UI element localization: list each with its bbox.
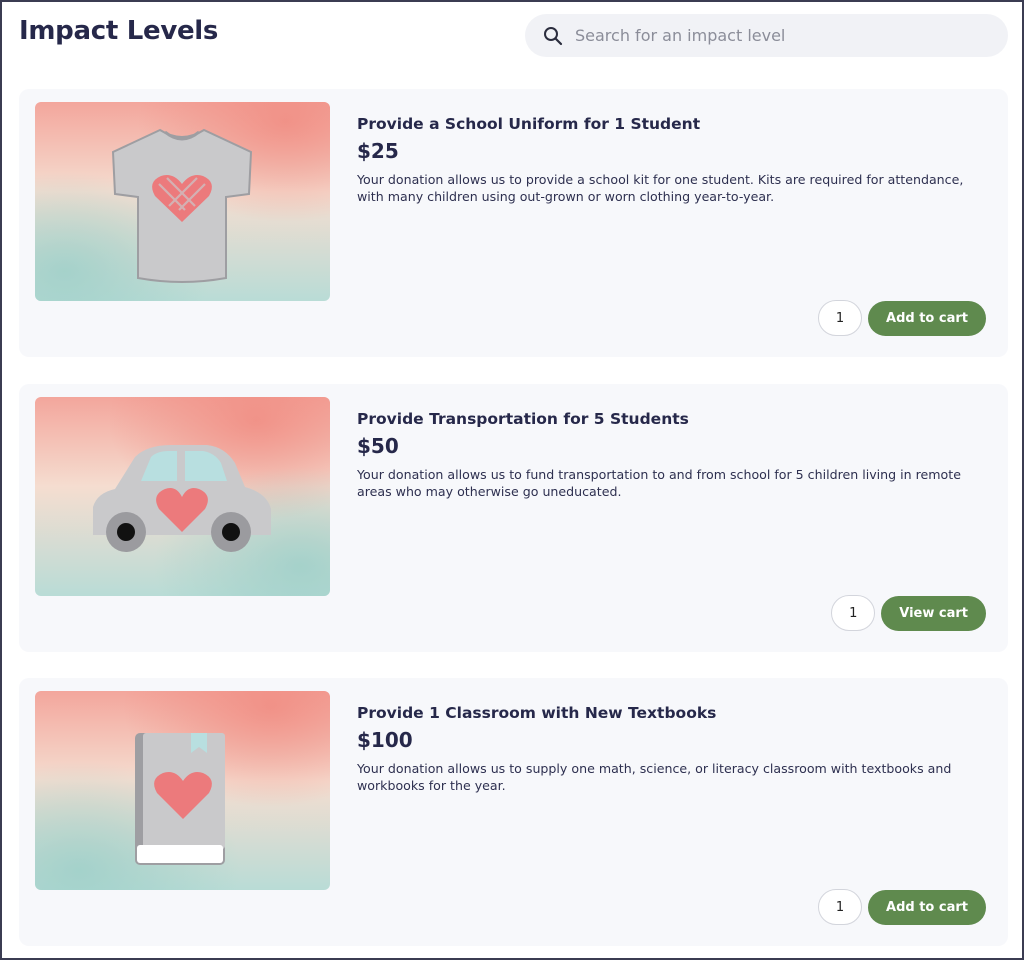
impact-title: Provide Transportation for 5 Students bbox=[357, 410, 689, 428]
impact-price: $50 bbox=[357, 434, 399, 458]
add-to-cart-button[interactable]: Add to cart bbox=[868, 300, 986, 336]
impact-card: Provide 1 Classroom with New Textbooks $… bbox=[19, 678, 1008, 946]
quantity-input[interactable]: 1 bbox=[818, 889, 863, 925]
quantity-input[interactable]: 1 bbox=[818, 300, 863, 336]
add-to-cart-button[interactable]: Add to cart bbox=[868, 889, 986, 925]
impact-title: Provide 1 Classroom with New Textbooks bbox=[357, 704, 717, 722]
impact-image-car bbox=[35, 397, 330, 596]
search-icon[interactable] bbox=[543, 26, 563, 46]
page-frame: Impact Levels Search for an impact level… bbox=[0, 0, 1024, 960]
page-title: Impact Levels bbox=[19, 16, 219, 46]
impact-price: $100 bbox=[357, 728, 413, 752]
impact-description: Your donation allows us to fund transpor… bbox=[357, 467, 961, 499]
card-actions: 1 Add to cart bbox=[818, 300, 986, 336]
impact-description: Your donation allows us to supply one ma… bbox=[357, 761, 952, 793]
impact-image-tshirt bbox=[35, 102, 330, 301]
impact-image-book bbox=[35, 691, 330, 890]
impact-card: Provide a School Uniform for 1 Student $… bbox=[19, 89, 1008, 357]
impact-card: Provide Transportation for 5 Students $5… bbox=[19, 384, 1008, 652]
impact-description: Your donation allows us to provide a sch… bbox=[357, 172, 964, 204]
search-input[interactable] bbox=[575, 26, 975, 45]
view-cart-button[interactable]: View cart bbox=[881, 595, 986, 631]
card-actions: 1 View cart bbox=[831, 595, 986, 631]
card-actions: 1 Add to cart bbox=[818, 889, 986, 925]
book-icon bbox=[135, 733, 225, 865]
impact-price: $25 bbox=[357, 139, 399, 163]
impact-title: Provide a School Uniform for 1 Student bbox=[357, 115, 701, 133]
search-bar[interactable] bbox=[525, 14, 1008, 57]
quantity-input[interactable]: 1 bbox=[831, 595, 876, 631]
